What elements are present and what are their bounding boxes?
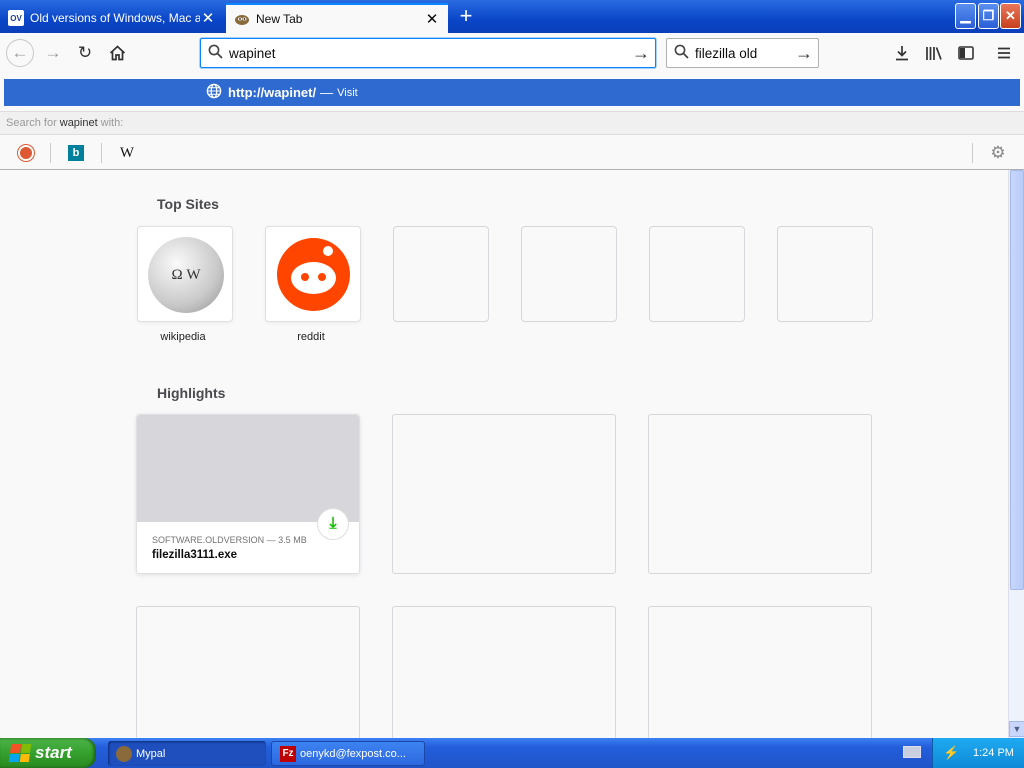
search-for-suffix: with: <box>100 117 124 129</box>
new-tab-content: Top Sites Ω W wikipedia reddit Highlight… <box>0 170 1008 738</box>
duckduckgo-engine-icon[interactable] <box>14 141 38 165</box>
taskbar-item-mypal[interactable]: Mypal <box>108 741 266 766</box>
url-autocomplete-popup: http://wapinet/ — Visit Search for wapin… <box>0 73 1024 170</box>
reddit-logo-icon <box>277 238 350 311</box>
start-button[interactable]: start <box>0 738 96 768</box>
top-site-empty[interactable] <box>521 226 617 322</box>
suggestion-action: Visit <box>337 86 358 99</box>
one-off-search-engines: b W ⚙ <box>0 136 1024 169</box>
download-icon[interactable] <box>888 39 916 67</box>
forward-arrow-icon[interactable]: → <box>39 39 67 67</box>
top-site-label: reddit <box>297 331 325 343</box>
search-go-arrow-icon[interactable]: → <box>790 43 818 64</box>
highlight-card-empty <box>648 606 872 738</box>
minimize-icon[interactable]: ▁ <box>955 3 976 29</box>
new-tab-plus-icon[interactable]: + <box>454 5 478 29</box>
oldversion-favicon-icon: OV <box>8 10 24 26</box>
home-icon[interactable] <box>103 39 131 67</box>
network-icon[interactable]: ⚡ <box>943 745 959 761</box>
gear-icon[interactable]: ⚙ <box>986 141 1010 165</box>
mypal-icon <box>116 745 132 762</box>
url-bar[interactable]: wapinet → <box>200 38 656 68</box>
taskbar-item-filezilla[interactable]: Fz oenykd@fexpost.co... <box>271 741 425 766</box>
top-sites-heading: Top Sites <box>157 196 219 212</box>
search-icon <box>201 44 229 63</box>
search-for-query: wapinet <box>59 117 98 129</box>
engine-divider <box>50 143 51 163</box>
bing-engine-icon[interactable]: b <box>64 141 88 165</box>
tab-new-tab[interactable]: New Tab ✕ <box>226 3 448 33</box>
start-label: start <box>35 743 72 762</box>
tab-title: Old versions of Windows, Mac and <box>30 11 200 25</box>
reload-icon[interactable]: ↻ <box>71 39 99 67</box>
highlights-heading: Highlights <box>157 385 226 401</box>
nav-toolbar: ← → ↻ wapinet → filezilla old → <box>0 33 1024 73</box>
highlight-card-empty <box>648 414 872 574</box>
restore-icon[interactable]: ❐ <box>978 3 999 29</box>
search-bar[interactable]: filezilla old → <box>666 38 819 68</box>
search-input[interactable]: filezilla old <box>695 46 790 61</box>
highlight-card-empty <box>136 606 360 738</box>
suggestion-separator: — <box>320 85 334 100</box>
engine-divider <box>972 143 973 163</box>
download-icon: ⤓ <box>317 508 349 540</box>
clock: 1:24 PM <box>973 747 1014 759</box>
top-site-empty[interactable] <box>777 226 873 322</box>
top-site-empty[interactable] <box>649 226 745 322</box>
suggestion-url: http://wapinet/ <box>228 85 317 100</box>
url-input[interactable]: wapinet <box>229 46 627 61</box>
highlight-filename: filezilla3111.exe <box>152 549 238 561</box>
top-site-label: wikipedia <box>160 331 206 343</box>
suggestion-row-visit[interactable]: http://wapinet/ — Visit <box>4 79 1020 106</box>
globe-icon <box>206 83 228 103</box>
search-for-label: Search for wapinet with: <box>0 111 1024 135</box>
back-arrow-icon[interactable]: ← <box>6 39 34 67</box>
vertical-scrollbar[interactable]: ▲ ▼ <box>1008 170 1024 738</box>
taskbar-item-label: oenykd@fexpost.co... <box>300 747 406 760</box>
windows-flag-icon <box>8 744 32 762</box>
scroll-down-arrow-icon[interactable]: ▼ <box>1009 721 1024 737</box>
top-site-empty[interactable] <box>393 226 489 322</box>
keyboard-icon[interactable] <box>903 746 921 758</box>
system-tray: ⚡ 1:24 PM <box>932 738 1024 768</box>
wikipedia-engine-icon[interactable]: W <box>115 141 139 165</box>
taskbar: start Mypal Fz oenykd@fexpost.co... ⚡ 1:… <box>0 738 1024 768</box>
close-tab-icon[interactable]: ✕ <box>424 10 440 28</box>
highlight-meta: SOFTWARE.OLDVERSION — 3.5 MB <box>152 535 307 545</box>
highlight-card-empty <box>392 606 616 738</box>
highlight-thumbnail <box>137 415 359 522</box>
top-site-reddit[interactable] <box>265 226 361 322</box>
newtab-favicon-icon <box>234 11 250 27</box>
tab-strip: OV Old versions of Windows, Mac and ✕ Ne… <box>0 0 1024 33</box>
engine-divider <box>101 143 102 163</box>
close-tab-icon[interactable]: ✕ <box>200 9 216 27</box>
highlight-card-filezilla[interactable]: ⤓ SOFTWARE.OLDVERSION — 3.5 MB filezilla… <box>136 414 360 574</box>
taskbar-item-label: Mypal <box>136 747 166 760</box>
wikipedia-globe-icon: Ω W <box>148 237 224 313</box>
tab-title: New Tab <box>256 12 303 26</box>
highlight-card-empty <box>392 414 616 574</box>
filezilla-icon: Fz <box>280 745 296 762</box>
hamburger-menu-icon[interactable] <box>990 39 1018 67</box>
search-icon <box>667 44 695 63</box>
sidebar-icon[interactable] <box>952 39 980 67</box>
scrollbar-thumb[interactable] <box>1010 170 1024 590</box>
close-window-icon[interactable]: ✕ <box>1000 3 1021 29</box>
tab-old-versions[interactable]: OV Old versions of Windows, Mac and ✕ <box>0 3 224 33</box>
top-site-wikipedia[interactable]: Ω W <box>137 226 233 322</box>
library-icon[interactable] <box>920 39 948 67</box>
go-arrow-icon[interactable]: → <box>627 43 655 64</box>
search-for-prefix: Search for <box>6 117 57 129</box>
